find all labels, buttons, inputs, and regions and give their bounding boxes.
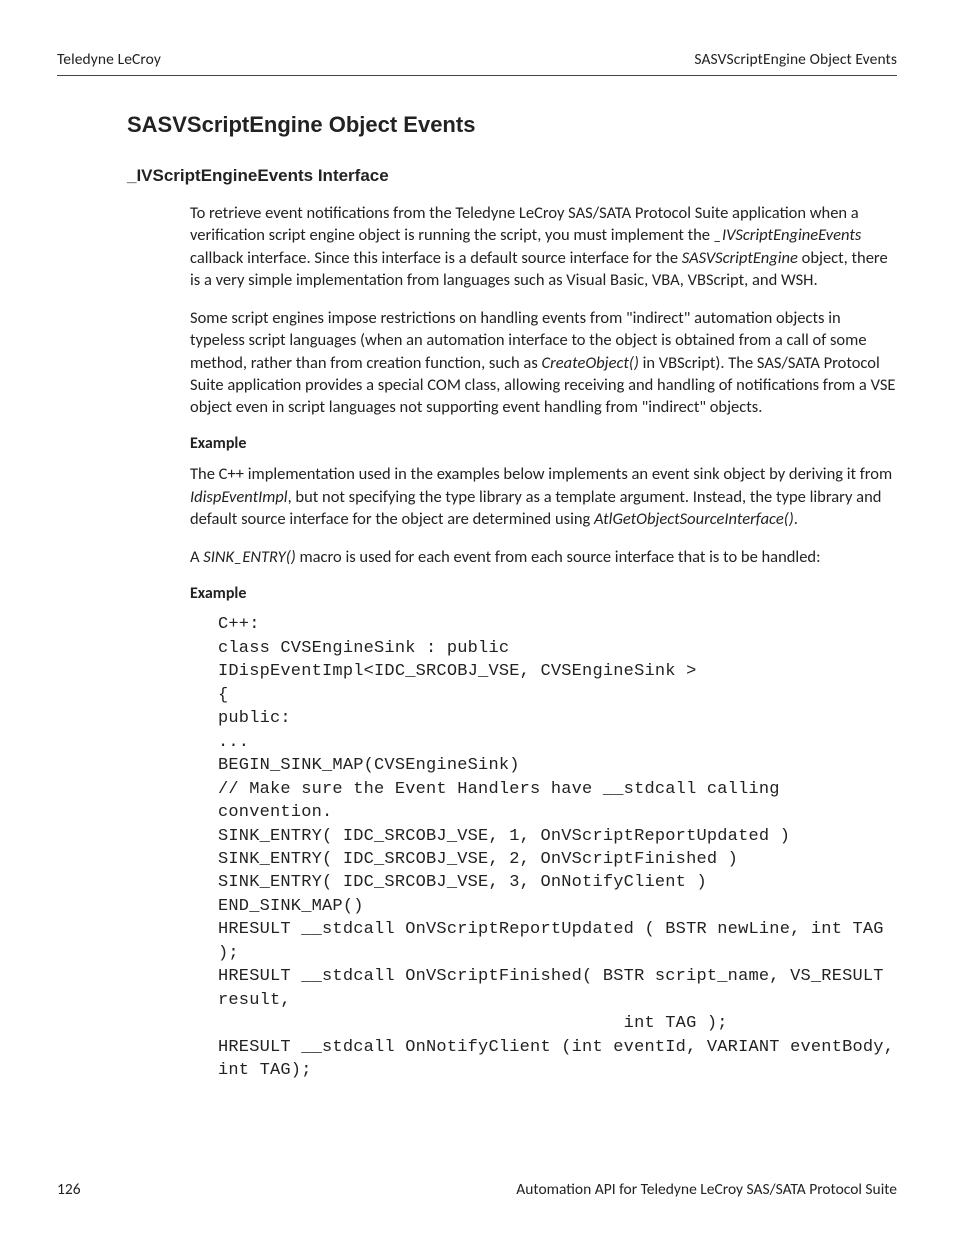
- paragraph-1: To retrieve event notifications from the…: [190, 202, 897, 291]
- footer-right: Automation API for Teledyne LeCroy SAS/S…: [516, 1180, 897, 1199]
- p3-ital-2: AtlGetObjectSourceInterface(): [594, 509, 794, 529]
- subsection-title: _IVScriptEngineEvents Interface: [127, 166, 897, 186]
- paragraph-4: A SINK_ENTRY() macro is used for each ev…: [190, 546, 897, 568]
- example-label-2: Example: [190, 584, 897, 603]
- header-right: SASVScriptEngine Object Events: [694, 50, 897, 69]
- p2-ital-1: CreateObject(): [542, 353, 639, 373]
- content-area: SASVScriptEngine Object Events _IVScript…: [127, 112, 897, 1083]
- section-title: SASVScriptEngine Object Events: [127, 112, 897, 138]
- p1-text-b: callback interface. Since this interface…: [190, 248, 682, 268]
- example-label-1: Example: [190, 434, 897, 453]
- p4-text-b: macro is used for each event from each s…: [296, 547, 821, 567]
- p4-ital-1: SINK_ENTRY(): [203, 547, 295, 567]
- p4-text-a: A: [190, 547, 203, 567]
- p3-text-a: The C++ implementation used in the examp…: [190, 464, 892, 484]
- code-block: C++: class CVSEngineSink : public IDispE…: [218, 613, 897, 1082]
- p3-ital-1: IdispEventImpl: [190, 487, 288, 507]
- paragraph-2: Some script engines impose restrictions …: [190, 307, 897, 418]
- p1-ital-1: _IVScriptEngineEvents: [714, 225, 862, 245]
- page: Teledyne LeCroy SASVScriptEngine Object …: [0, 0, 954, 1235]
- header-left: Teledyne LeCroy: [57, 50, 161, 69]
- page-footer: 126 Automation API for Teledyne LeCroy S…: [57, 1180, 897, 1199]
- page-header: Teledyne LeCroy SASVScriptEngine Object …: [57, 50, 897, 69]
- footer-page-number: 126: [57, 1180, 81, 1199]
- header-rule: [57, 75, 897, 76]
- p1-ital-2: SASVScriptEngine: [682, 248, 798, 268]
- body-indent: To retrieve event notifications from the…: [190, 202, 897, 1083]
- paragraph-3: The C++ implementation used in the examp…: [190, 463, 897, 530]
- p3-text-c: .: [794, 509, 798, 529]
